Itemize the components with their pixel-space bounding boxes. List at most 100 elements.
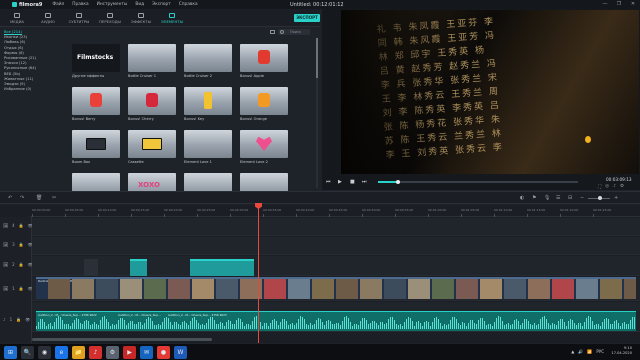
timeline-scrollbar[interactable]	[32, 338, 212, 341]
element-item[interactable]: Element Love 2	[240, 130, 288, 164]
voiceover-icon[interactable]: 🎙	[544, 195, 550, 201]
element-item[interactable]: Cassette	[128, 130, 176, 164]
menu-tools[interactable]: Инструменты	[93, 2, 132, 7]
element-item[interactable]: Bonus! Cherry	[128, 87, 176, 121]
edge-icon[interactable]: e	[55, 345, 68, 359]
track-header[interactable]: 🖼 3 🔒 👁	[3, 242, 33, 247]
snap-icon[interactable]: ⊟	[568, 195, 572, 201]
menu-help[interactable]: Справка	[175, 2, 202, 7]
language-indicator[interactable]: РУС	[596, 349, 604, 354]
element-clip[interactable]	[130, 259, 147, 276]
element-item[interactable]: Bonus! Orange	[240, 87, 288, 121]
element-thumbnail[interactable]	[72, 87, 120, 115]
music-icon[interactable]: ♪	[89, 345, 102, 359]
grid-view-icon[interactable]	[270, 30, 275, 34]
element-item[interactable]: Bonus! Berry	[72, 87, 120, 121]
category-item[interactable]: Избранное (0)	[4, 87, 62, 92]
timeline-ruler[interactable]: 00:00:00:00 00:00:05:00 00:00:10:00 00:00:1…	[30, 205, 640, 217]
zoom-in-icon[interactable]: +	[614, 195, 618, 201]
explorer-icon[interactable]: 📁	[72, 345, 85, 359]
lock-icon[interactable]: 🔒	[19, 262, 24, 267]
element-thumbnail[interactable]: Filmstocks	[72, 44, 120, 72]
delete-icon[interactable]: 🗑	[36, 195, 42, 201]
element-item[interactable]: Element Love 1	[184, 130, 232, 164]
element-thumbnail[interactable]	[128, 44, 176, 72]
element-thumbnail[interactable]	[184, 130, 232, 158]
track-header[interactable]: 🖼 2 🔒 👁	[3, 262, 33, 267]
tab-effects[interactable]: ЭФФЕКТЫ	[127, 13, 155, 26]
menu-export[interactable]: Экспорт	[148, 2, 175, 7]
snapshot-icon[interactable]: ◎	[605, 184, 609, 190]
element-clip[interactable]	[84, 259, 98, 276]
media-icon[interactable]: ▶	[123, 345, 136, 359]
task-view-icon[interactable]: ◉	[38, 345, 51, 359]
word-icon[interactable]: W	[174, 345, 187, 359]
track-header[interactable]: 🖼 4 🔒 👁	[3, 223, 33, 228]
settings-icon[interactable]: ⚙	[620, 184, 624, 190]
menu-view[interactable]: Вид	[131, 2, 148, 7]
element-item[interactable]: Filmstocks Другие эффекты	[72, 44, 120, 78]
element-thumbnail[interactable]	[240, 87, 288, 115]
element-thumbnail[interactable]	[240, 130, 288, 158]
visibility-icon[interactable]: 👁	[25, 317, 30, 322]
element-item[interactable]: Bonus! Apple	[240, 44, 288, 78]
forward-icon[interactable]: ⏭	[362, 179, 367, 185]
tab-titles[interactable]: СУБТИТРЫ	[65, 13, 93, 26]
track-header[interactable]: ♪ 1 🔒 👁	[3, 317, 30, 322]
lock-icon[interactable]: 🔒	[19, 223, 24, 228]
close-button[interactable]: ✕	[626, 0, 640, 9]
zoom-out-icon[interactable]: −	[580, 195, 584, 201]
export-button[interactable]: ЭКСПОРТ	[294, 14, 320, 22]
search-icon[interactable]: 🔍	[21, 345, 34, 359]
track-lane-4[interactable]	[32, 218, 640, 236]
audio-clip[interactable]: Audition_2 - M... Cheers_Sup... 2796 902…	[36, 311, 636, 331]
progress-bar[interactable]	[378, 179, 578, 184]
tray-expand-icon[interactable]: ▲	[571, 349, 574, 354]
track-header[interactable]: 🖼 1 🔒 👁	[3, 286, 33, 291]
element-thumbnail[interactable]	[240, 44, 288, 72]
element-thumbnail[interactable]	[128, 87, 176, 115]
cut-icon[interactable]: ✂	[52, 195, 56, 201]
mixer-icon[interactable]: ☰	[556, 195, 560, 201]
lock-icon[interactable]: 🔒	[16, 317, 21, 322]
video-clip[interactable]: Dedication ... My Grandfather's Story	[36, 277, 636, 299]
panel-scrollbar[interactable]	[316, 38, 318, 188]
undo-icon[interactable]: ↶	[8, 195, 12, 201]
element-item[interactable]: Boom Box	[72, 130, 120, 164]
maximize-button[interactable]: ❐	[612, 0, 626, 9]
play-icon[interactable]: ▶	[338, 179, 342, 185]
element-thumbnail[interactable]	[72, 130, 120, 158]
stop-icon[interactable]: ■	[350, 179, 355, 185]
track-lane-3[interactable]	[32, 237, 640, 255]
clock[interactable]: 9:10 17.04.2020	[611, 346, 632, 356]
system-tray[interactable]: ▲ 🔊 📶 РУС	[571, 349, 604, 354]
track-lane-2[interactable]	[32, 256, 640, 276]
volume-icon[interactable]: ♪	[613, 184, 616, 190]
network-icon[interactable]: 📶	[587, 349, 592, 354]
tab-audio[interactable]: АУДИО	[34, 13, 62, 26]
menu-file[interactable]: Файл	[48, 2, 68, 7]
element-thumbnail[interactable]	[128, 130, 176, 158]
speaker-icon[interactable]: 🔊	[578, 349, 583, 354]
chrome-icon[interactable]: ●	[157, 345, 170, 359]
element-item[interactable]: Bonus! Key	[184, 87, 232, 121]
element-item[interactable]: Bottle Cruiser 2	[184, 44, 232, 78]
progress-knob[interactable]	[396, 179, 400, 184]
marker-icon[interactable]: ⚑	[532, 195, 536, 201]
lock-icon[interactable]: 🔒	[19, 242, 24, 247]
minimize-button[interactable]: —	[598, 0, 612, 9]
element-thumbnail[interactable]	[184, 87, 232, 115]
tab-elements[interactable]: ЭЛЕМЕНТЫ	[158, 13, 186, 26]
start-icon[interactable]: ⊞	[4, 345, 17, 359]
tab-media[interactable]: МЕДИА	[3, 13, 31, 26]
search-input[interactable]: Поиск	[278, 29, 310, 35]
tab-transitions[interactable]: ПЕРЕХОДЫ	[96, 13, 124, 26]
element-thumbnail[interactable]	[184, 44, 232, 72]
playhead[interactable]	[258, 205, 259, 343]
fullscreen-icon[interactable]: ⛶	[598, 184, 601, 190]
element-item[interactable]: Bottle Cruiser 1	[128, 44, 176, 78]
menu-edit[interactable]: Правка	[68, 2, 92, 7]
scrollbar-thumb[interactable]	[316, 38, 318, 78]
lock-icon[interactable]: 🔒	[19, 286, 24, 291]
settings-icon[interactable]: ⚙	[106, 345, 119, 359]
